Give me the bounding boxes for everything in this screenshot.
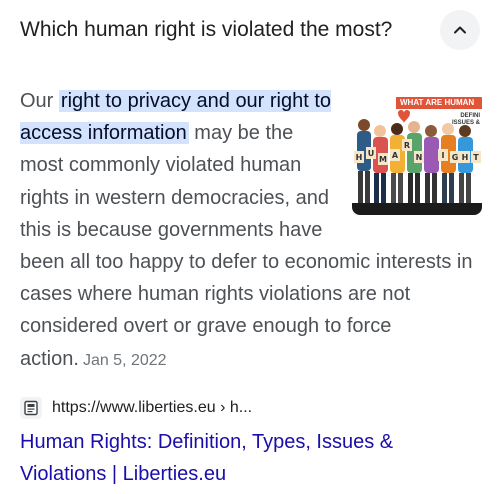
svg-text:I: I	[442, 151, 445, 160]
svg-text:A: A	[392, 151, 399, 160]
svg-text:U: U	[368, 149, 375, 158]
site-favicon	[20, 397, 42, 419]
answer-date: Jan 5, 2022	[82, 351, 167, 369]
svg-text:T: T	[473, 153, 479, 162]
thumbnail-subtext: DEFINI ISSUES &	[451, 113, 480, 126]
document-icon	[24, 400, 38, 416]
svg-text:M: M	[379, 155, 387, 164]
answer-snippet: H U M A R N I G H T WHAT ARE HUMAN DEFIN…	[20, 85, 482, 377]
people-illustration: H U M A R N I G H T	[352, 91, 482, 215]
answer-before: Our	[20, 90, 59, 112]
collapse-button[interactable]	[440, 10, 480, 50]
question-header[interactable]: Which human right is violated the most?	[20, 0, 480, 62]
result-title-link[interactable]: Human Rights: Definition, Types, Issues …	[20, 426, 460, 490]
source-url: https://www.liberties.eu › h...	[52, 399, 253, 416]
thumbnail-banner: WHAT ARE HUMAN	[396, 97, 482, 109]
source-link[interactable]: https://www.liberties.eu › h...	[20, 396, 252, 420]
svg-text:H: H	[462, 153, 469, 162]
svg-text:H: H	[356, 153, 363, 162]
svg-text:G: G	[452, 153, 459, 162]
chevron-up-icon	[454, 26, 466, 34]
thumbnail-image[interactable]: H U M A R N I G H T WHAT ARE HUMAN DEFIN…	[352, 91, 482, 215]
question-text: Which human right is violated the most?	[20, 18, 393, 41]
svg-text:N: N	[416, 153, 423, 162]
svg-text:R: R	[404, 141, 410, 150]
